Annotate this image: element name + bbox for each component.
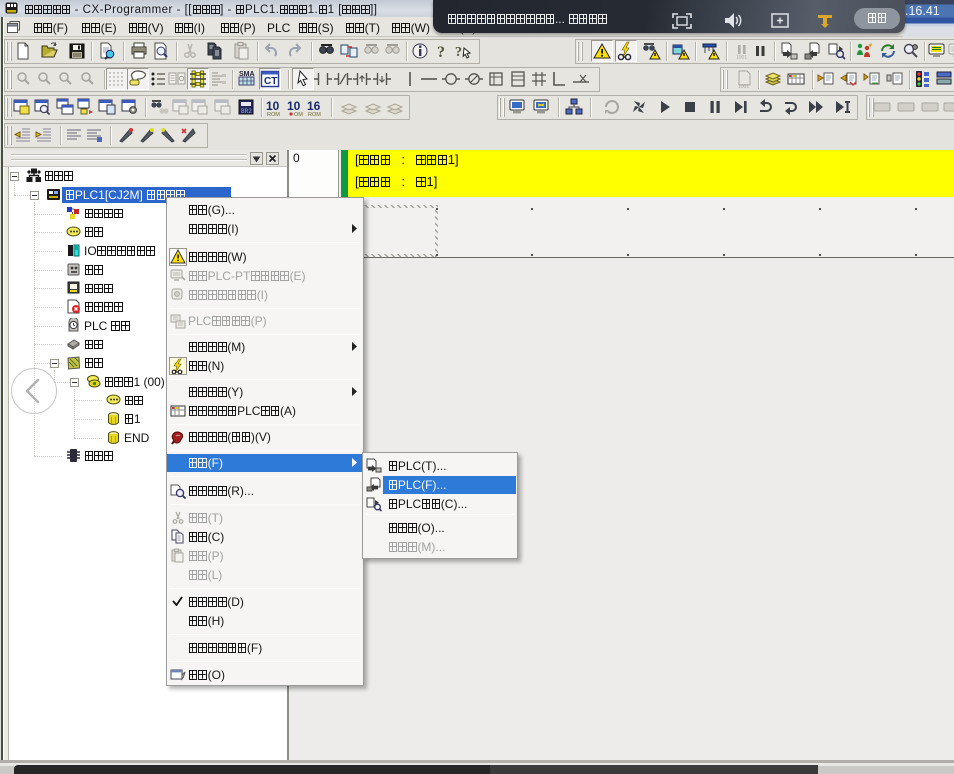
svg-text:BR2: BR2 <box>241 108 252 115</box>
svg-text:?: ? <box>455 45 462 60</box>
svg-text:1001: 1001 <box>738 84 749 89</box>
svg-text:10: 10 <box>287 99 301 113</box>
svg-text:ROM: ROM <box>308 112 321 117</box>
svg-text:1001: 1001 <box>736 55 747 61</box>
svg-text:?: ? <box>437 44 445 61</box>
svg-text:16: 16 <box>307 99 321 113</box>
svg-text:ROM: ROM <box>267 112 280 117</box>
svg-text:10: 10 <box>266 99 280 113</box>
svg-text:CT: CT <box>264 76 277 87</box>
svg-text:OM: OM <box>294 112 303 117</box>
